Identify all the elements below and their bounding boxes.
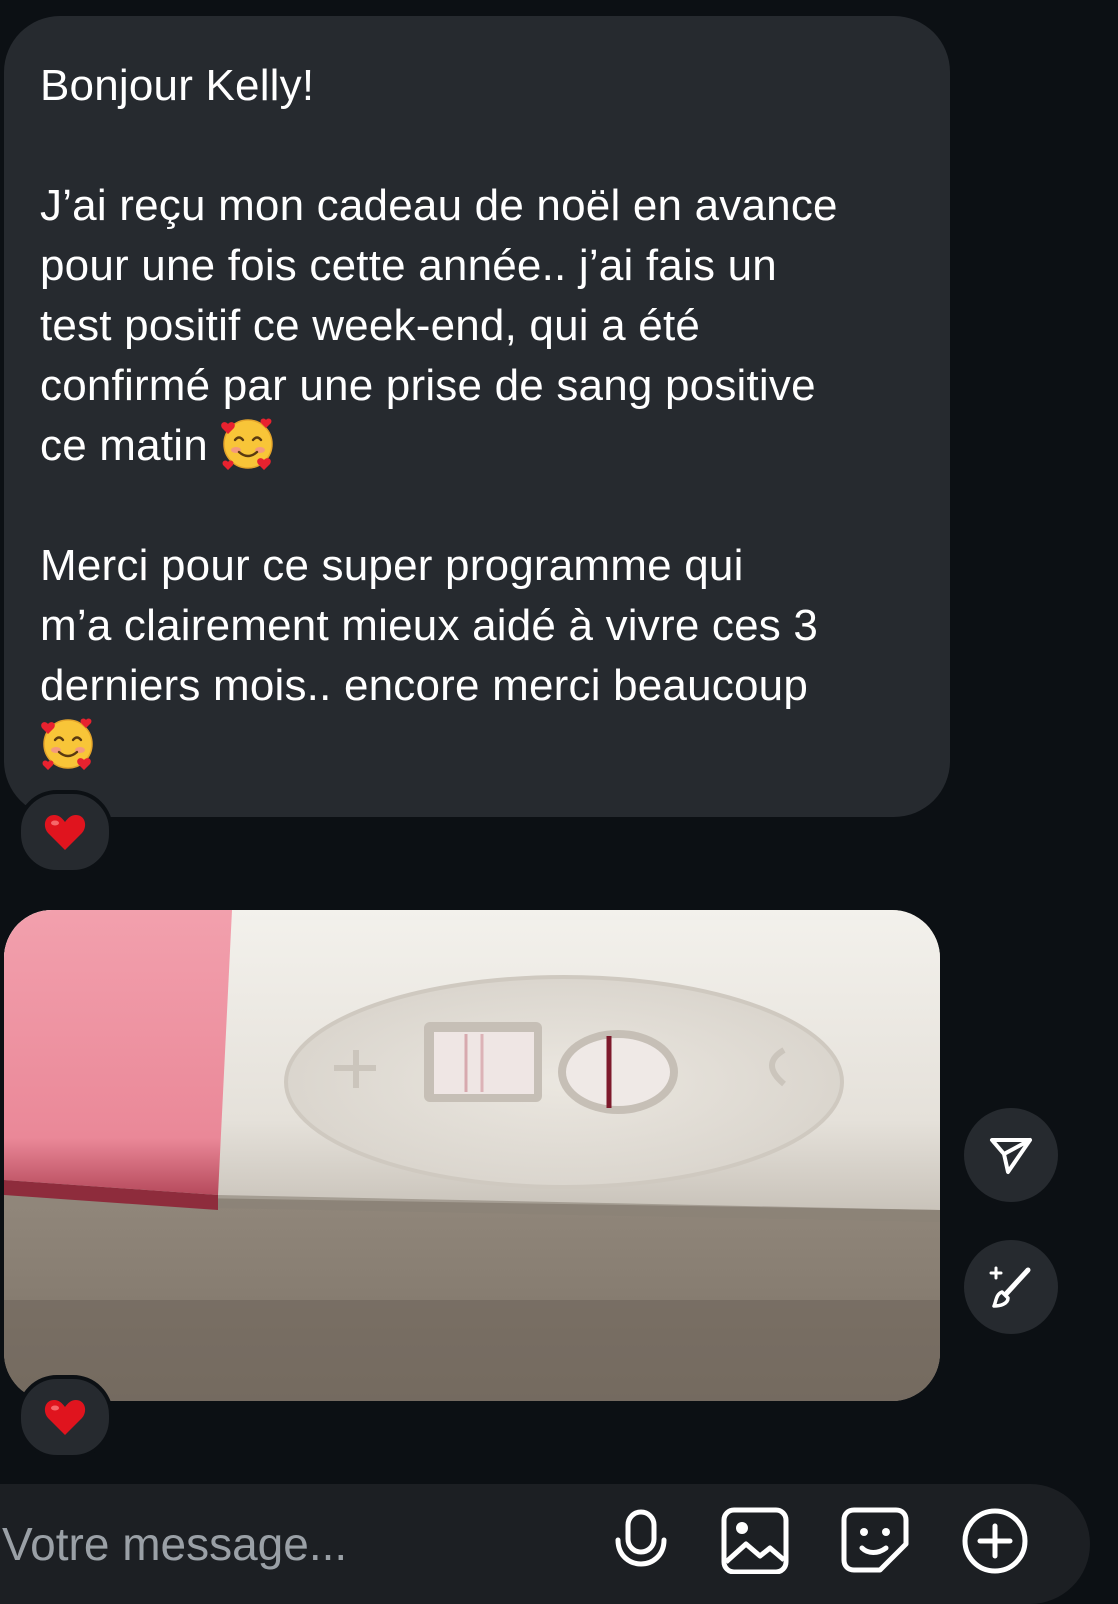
smiling-face-with-hearts-emoji <box>221 418 274 470</box>
message-paragraph-news: J’ai reçu mon cadeau de noël en avance p… <box>40 176 916 476</box>
message-input[interactable] <box>0 1512 562 1576</box>
share-button[interactable] <box>964 1108 1058 1202</box>
red-heart-icon <box>44 1400 86 1435</box>
ai-edit-icon <box>989 1266 1031 1308</box>
pregnancy-test-photo[interactable] <box>4 910 940 1401</box>
share-icon <box>990 1138 1032 1174</box>
plus-circle-icon[interactable] <box>960 1504 1030 1574</box>
message-bubble[interactable]: Bonjour Kelly! J’ai reçu mon cadeau de n… <box>4 16 950 817</box>
message-paragraph-thanks: Merci pour ce super programme qui m’a cl… <box>40 536 916 780</box>
smiling-face-with-hearts-emoji <box>41 718 93 770</box>
message-text-news: J’ai reçu mon cadeau de noël en avance p… <box>40 181 838 470</box>
message-reaction[interactable] <box>17 790 113 874</box>
photo-image <box>4 910 940 1401</box>
red-heart-icon <box>44 815 86 850</box>
microphone-icon[interactable] <box>606 1504 676 1574</box>
image-icon[interactable] <box>720 1504 790 1574</box>
message-composer <box>0 1484 1090 1604</box>
message-paragraph-greeting: Bonjour Kelly! <box>40 61 315 110</box>
ai-edit-button[interactable] <box>964 1240 1058 1334</box>
sticker-icon[interactable] <box>840 1504 910 1574</box>
message-text-thanks: Merci pour ce super programme qui m’a cl… <box>40 541 819 710</box>
photo-reaction[interactable] <box>17 1375 113 1459</box>
